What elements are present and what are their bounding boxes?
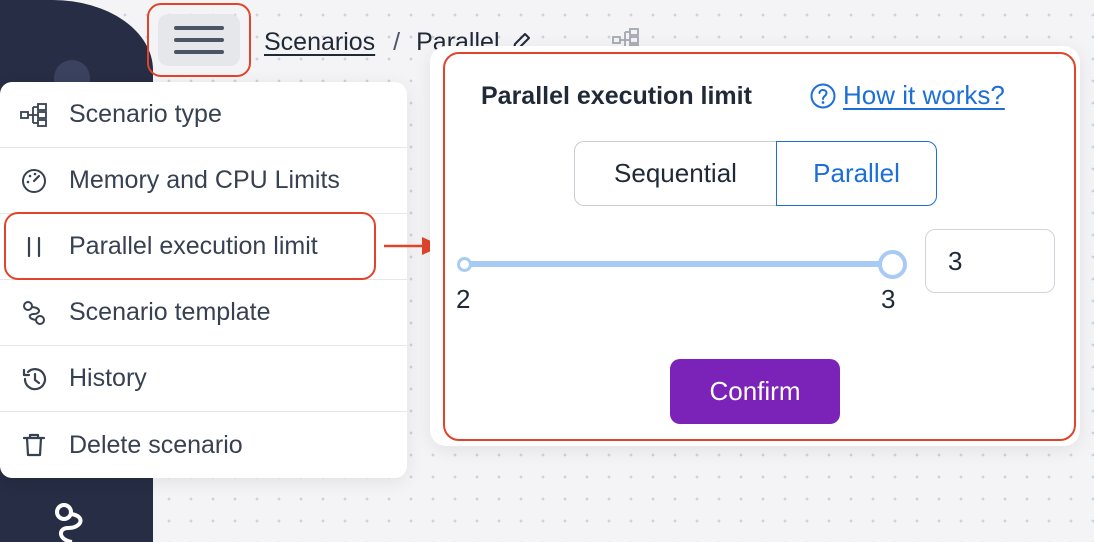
popup-title: Parallel execution limit: [481, 82, 752, 110]
limit-number-input[interactable]: [925, 229, 1055, 293]
slider-track: [465, 261, 893, 267]
menu-item-scenario-template[interactable]: Scenario template: [0, 280, 407, 346]
sequential-button[interactable]: Sequential: [574, 141, 776, 206]
route-icon: [20, 299, 48, 327]
flow-type-icon: [20, 101, 48, 129]
route-icon[interactable]: [46, 498, 94, 542]
confirm-button[interactable]: Confirm: [670, 359, 840, 424]
menu-item-history[interactable]: History: [0, 346, 407, 412]
slider-min-label: 2: [456, 284, 471, 314]
breadcrumb-separator: /: [393, 27, 401, 56]
parallel-button[interactable]: Parallel: [776, 141, 937, 206]
menu-item-label: History: [69, 364, 147, 392]
parallel-limit-slider[interactable]: [457, 250, 907, 280]
menu-item-label: Scenario template: [69, 298, 271, 326]
trash-icon: [20, 431, 48, 459]
menu-item-scenario-type[interactable]: Scenario type: [0, 82, 407, 148]
slider-min-marker: [457, 257, 472, 272]
menu-button-highlight: [147, 3, 251, 77]
menu-button[interactable]: [158, 14, 240, 66]
slider-max-label: 3: [881, 284, 896, 314]
breadcrumb-scenarios-link[interactable]: Scenarios: [264, 28, 375, 57]
history-icon: [20, 365, 48, 393]
mode-toggle: Sequential Parallel: [574, 141, 937, 206]
hamburger-line: [174, 38, 224, 42]
hamburger-line: [174, 26, 224, 30]
menu-item-memory-cpu[interactable]: Memory and CPU Limits: [0, 148, 407, 214]
gauge-icon: [20, 167, 48, 195]
menu-item-label: Memory and CPU Limits: [69, 166, 340, 194]
menu-item-label: Scenario type: [69, 100, 222, 128]
parallel-limit-popup: Parallel execution limit How it works? S…: [443, 52, 1076, 441]
help-circle-icon[interactable]: [809, 82, 837, 110]
hamburger-line: [174, 50, 224, 54]
how-it-works-link[interactable]: How it works?: [843, 80, 1005, 111]
menu-item-delete-scenario[interactable]: Delete scenario: [0, 412, 407, 478]
scenario-menu: Scenario type Memory and CPU Limits Para…: [0, 82, 407, 478]
slider-thumb[interactable]: [878, 250, 907, 279]
parallel-limit-highlight: [4, 212, 376, 280]
menu-item-label: Delete scenario: [69, 430, 243, 459]
